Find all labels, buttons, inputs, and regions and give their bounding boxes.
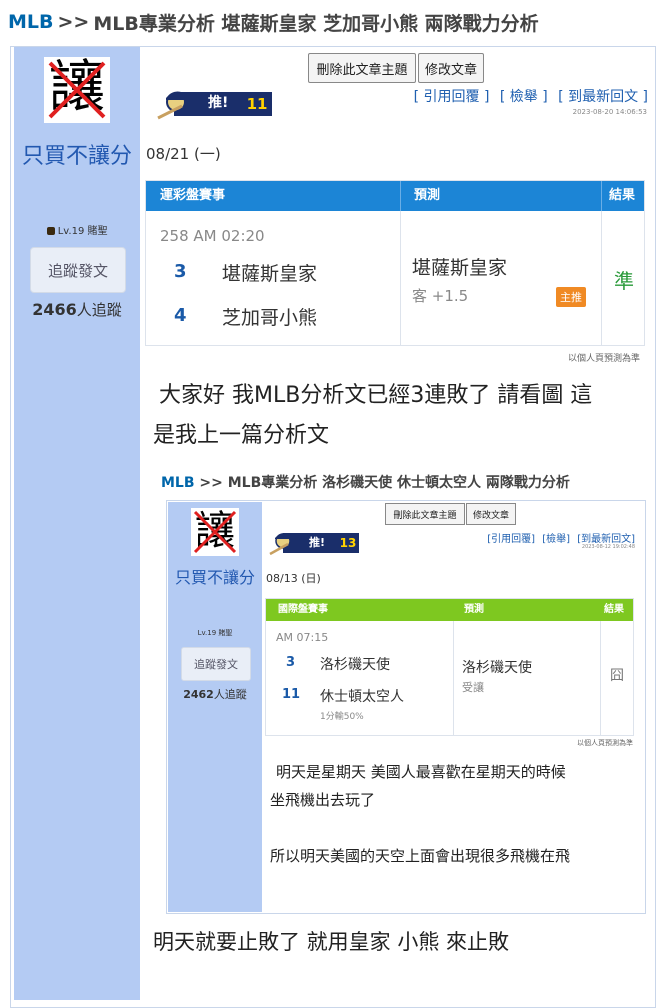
page-title: MLB專業分析 堪薩斯皇家 芝加哥小熊 兩隊戰力分析 xyxy=(93,12,539,35)
quoted-header-result: 結果 xyxy=(604,604,624,615)
match-time: 258 AM 02:20 xyxy=(160,227,265,245)
column-divider xyxy=(600,621,601,735)
followers-number: 2466 xyxy=(32,300,77,319)
header-result: 結果 xyxy=(609,188,636,203)
quoted-push: 推! 13 xyxy=(267,530,359,556)
quoted-avatar: 讓 xyxy=(191,508,239,556)
quoted-author-name: 只買不讓分 xyxy=(174,568,255,587)
team-name[interactable]: 芝加哥小熊 xyxy=(222,303,317,330)
quoted-pick-team: 洛杉磯天使 xyxy=(462,660,532,676)
header-divider xyxy=(400,181,401,211)
column-divider xyxy=(453,621,454,735)
quoted-date: 08/13 (日) xyxy=(266,572,321,585)
cross-mark-icon xyxy=(193,510,237,554)
quoted-match-time: AM 07:15 xyxy=(276,631,329,644)
baseball-mascot-icon xyxy=(157,91,190,120)
quoted-breadcrumb: MLB >> MLB專業分析 洛杉磯天使 休士頓太空人 兩隊戰力分析 xyxy=(161,472,570,492)
author-sidebar: 讓 只買不讓分 Lv.19 賭聖 追蹤發文 2466人追蹤 xyxy=(14,47,140,1000)
body-line: 大家好 我MLB分析文已經3連敗了 請看圖 這 xyxy=(159,383,593,408)
quoted-push-label: 推! xyxy=(309,536,326,549)
prediction-result: 準 xyxy=(614,269,634,293)
quoted-follow-button: 追蹤發文 xyxy=(181,647,251,681)
quoted-quote-reply: [引用回覆] xyxy=(487,534,535,545)
post-date: 08/21 (一) xyxy=(146,145,221,163)
header-divider xyxy=(601,181,602,211)
quoted-followers-suffix: 人追蹤 xyxy=(213,688,247,701)
quote-reply-link[interactable]: [ 引用回覆 ] xyxy=(414,89,490,105)
header-predict: 預測 xyxy=(414,188,441,203)
quoted-prediction-header: 國際盤賽事 預測 結果 xyxy=(266,599,633,621)
quoted-prediction-table: 國際盤賽事 預測 結果 AM 07:15 3 洛杉磯天使 11 休士頓太空人 1… xyxy=(265,598,634,736)
avatar[interactable]: 讓 xyxy=(44,55,110,123)
author-level: Lv.19 賭聖 xyxy=(14,222,140,237)
followers-count: 2466人追蹤 xyxy=(14,299,140,320)
team-number: 4 xyxy=(174,305,187,326)
baseball-mascot-icon xyxy=(269,532,295,556)
quoted-body-line: 坐飛機出去玩了 xyxy=(270,791,376,809)
prediction-table: 運彩盤賽事 預測 結果 258 AM 02:20 3 堪薩斯皇家 4 芝加哥小熊… xyxy=(145,180,645,346)
header-event: 運彩盤賽事 xyxy=(160,188,226,203)
delete-topic-button[interactable]: 刪除此文章主題 xyxy=(308,53,416,83)
push-label: 推! xyxy=(208,95,229,111)
column-divider xyxy=(400,211,401,345)
latest-reply-link[interactable]: [ 到最新回文 ] xyxy=(558,89,648,105)
pick-team: 堪薩斯皇家 xyxy=(412,257,508,279)
breadcrumb-separator: >> xyxy=(57,11,90,33)
quoted-team-number: 3 xyxy=(286,655,296,670)
report-link[interactable]: [ 檢舉 ] xyxy=(500,89,548,105)
quoted-prediction-result: 囧 xyxy=(610,668,624,684)
quoted-body-line: 所以明天美國的天空上面會出現很多飛機在飛 xyxy=(270,847,571,865)
quoted-header-predict: 預測 xyxy=(464,604,484,615)
quoted-team-name: 洛杉磯天使 xyxy=(320,657,390,673)
quoted-edit-button: 修改文章 xyxy=(466,503,516,525)
followers-suffix: 人追蹤 xyxy=(76,301,122,319)
quoted-post-body: 明天是星期天 美國人最喜歡在星期天的時候 坐飛機出去玩了 所以明天美國的天空上面… xyxy=(270,758,630,870)
quoted-pick-handicap: 受讓 xyxy=(462,681,484,694)
follow-button[interactable]: 追蹤發文 xyxy=(30,247,126,293)
main-pick-badge: 主推 xyxy=(556,287,586,307)
quoted-team-handicap: 1分輸50% xyxy=(320,712,364,722)
quoted-title: MLB專業分析 洛杉磯天使 休士頓太空人 兩隊戰力分析 xyxy=(227,475,570,491)
quoted-team-name: 休士頓太空人 xyxy=(320,689,404,705)
edit-post-button[interactable]: 修改文章 xyxy=(418,53,484,83)
quoted-followers: 2462人追蹤 xyxy=(168,686,262,702)
quoted-post-image: MLB >> MLB專業分析 洛杉磯天使 休士頓太空人 兩隊戰力分析 讓 只買不… xyxy=(153,462,646,914)
author-level-text: Lv.19 賭聖 xyxy=(57,226,108,237)
quoted-links: [引用回覆] [檢舉] [到最新回文] xyxy=(483,530,635,545)
team-number: 3 xyxy=(174,261,187,282)
author-name[interactable]: 只買不讓分 xyxy=(14,140,140,173)
quoted-body-line: 明天是星期天 美國人最喜歡在星期天的時候 xyxy=(276,763,566,781)
team-name[interactable]: 堪薩斯皇家 xyxy=(222,259,317,286)
quoted-followers-number: 2462 xyxy=(183,688,214,701)
level-icon xyxy=(46,227,55,235)
quoted-prediction-note: 以個人頁預測為準 xyxy=(577,739,633,747)
push-button[interactable]: 推! 11 xyxy=(154,88,272,120)
quoted-team-number: 11 xyxy=(282,687,301,702)
quoted-timestamp: 2023-08-12 19:02:48 xyxy=(581,544,635,550)
quoted-author-sidebar: 讓 只買不讓分 Lv.19 賭聖 追蹤發文 2462人追蹤 xyxy=(168,502,262,912)
cross-mark-icon xyxy=(48,61,106,119)
post-body: 大家好 我MLB分析文已經3連敗了 請看圖 這 是我上一篇分析文 xyxy=(153,376,643,456)
body-line: 是我上一篇分析文 xyxy=(153,423,330,448)
closing-line: 明天就要止敗了 就用皇家 小熊 來止敗 xyxy=(153,930,510,954)
quoted-push-count: 13 xyxy=(339,535,357,551)
breadcrumb: MLB >> MLB專業分析 堪薩斯皇家 芝加哥小熊 兩隊戰力分析 xyxy=(0,0,664,44)
post-timestamp: 2023-08-20 14:06:53 xyxy=(572,108,647,116)
pick-handicap: 客 +1.5 xyxy=(412,287,469,305)
category-link[interactable]: MLB xyxy=(8,11,54,33)
quoted-header-event: 國際盤賽事 xyxy=(278,604,328,615)
quoted-delete-button: 刪除此文章主題 xyxy=(385,503,465,525)
push-count: 11 xyxy=(246,94,268,114)
column-divider xyxy=(601,211,602,345)
quoted-author-level: Lv.19 賭聖 xyxy=(197,629,233,637)
prediction-note: 以個人頁預測為準 xyxy=(567,354,640,364)
quoted-report: [檢舉] xyxy=(542,534,570,545)
prediction-header: 運彩盤賽事 預測 結果 xyxy=(146,181,644,211)
quoted-separator: >> xyxy=(199,475,223,491)
quoted-category: MLB xyxy=(161,475,195,491)
post-links: [ 引用回覆 ] [ 檢舉 ] [ 到最新回文 ] xyxy=(408,86,648,106)
